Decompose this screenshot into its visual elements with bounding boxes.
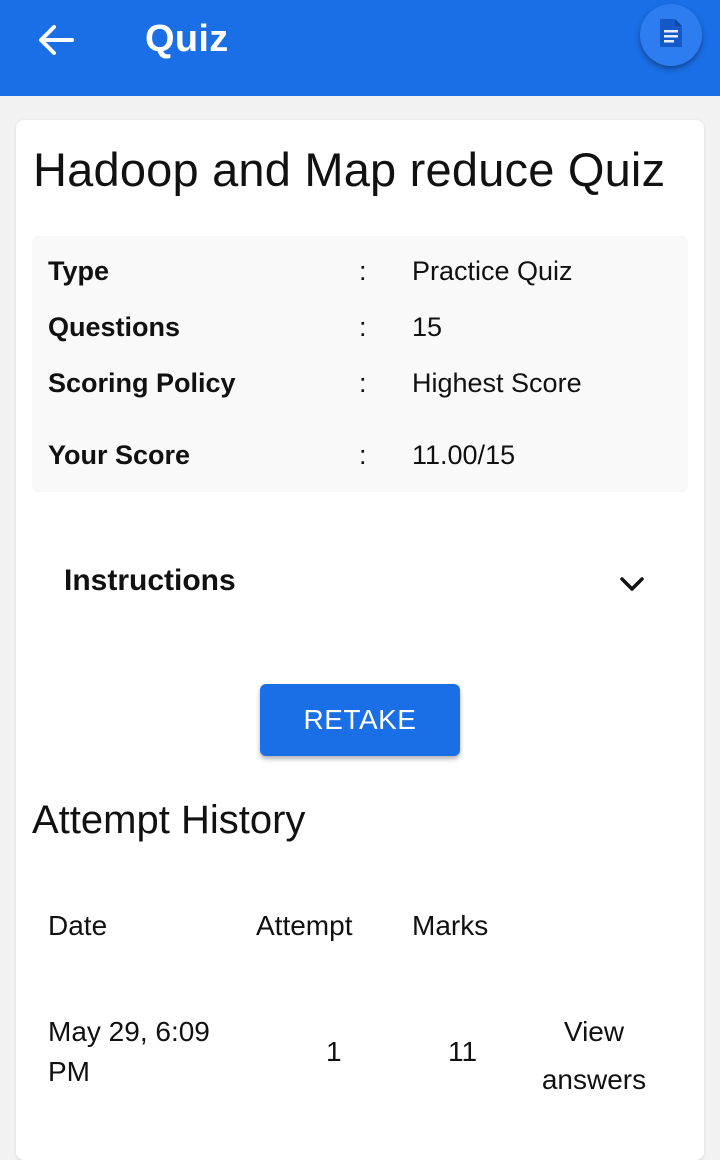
column-header-date: Date [48,910,108,941]
column-header-marks: Marks [412,910,489,941]
info-value: Highest Score [412,368,582,398]
quiz-card: Hadoop and Map reduce Quiz Type : Practi… [16,120,704,1160]
attempt-number: 1 [326,1036,342,1067]
info-row-questions: Questions : 15 [32,312,688,352]
document-icon [658,17,684,54]
chevron-down-icon [616,568,648,600]
view-answers-line: answers [541,1064,647,1095]
info-label: Questions [48,312,181,342]
info-value: 11.00/15 [412,440,516,470]
attempt-date-line: PM [48,1056,90,1087]
quiz-info-panel: Type : Practice Quiz Questions : 15 Scor… [32,236,688,492]
quiz-title: Hadoop and Map reduce Quiz [33,143,666,196]
document-button[interactable] [640,4,702,66]
info-separator: : [359,256,367,286]
info-separator: : [359,312,367,342]
view-answers-line: View [563,1016,625,1047]
retake-button[interactable]: RETAKE [260,684,460,756]
instructions-toggle[interactable]: Instructions [32,524,688,604]
info-label: Type [48,256,110,286]
arrow-left-icon [36,22,76,63]
attempt-marks: 11 [448,1036,478,1067]
info-label: Scoring Policy [48,368,236,398]
page-title: Quiz [145,18,229,60]
info-separator: : [359,440,367,470]
app-bar: Quiz [0,0,720,96]
info-value: 15 [412,312,443,342]
info-row-scoring-policy: Scoring Policy : Highest Score [32,368,688,408]
attempt-history-title: Attempt History [32,798,306,842]
view-answers-link[interactable]: View answers [528,1008,660,1104]
info-row-type: Type : Practice Quiz [32,256,688,296]
back-button[interactable] [30,20,82,64]
column-header-attempt: Attempt [256,910,353,941]
info-value: Practice Quiz [412,256,573,286]
attempt-date-line: May 29, 6:09 [48,1016,210,1047]
instructions-label: Instructions [64,564,236,597]
attempt-date: May 29, 6:09 PM [48,1012,210,1092]
info-separator: : [359,368,367,398]
info-label: Your Score [48,440,191,470]
info-row-your-score: Your Score : 11.00/15 [32,440,688,480]
